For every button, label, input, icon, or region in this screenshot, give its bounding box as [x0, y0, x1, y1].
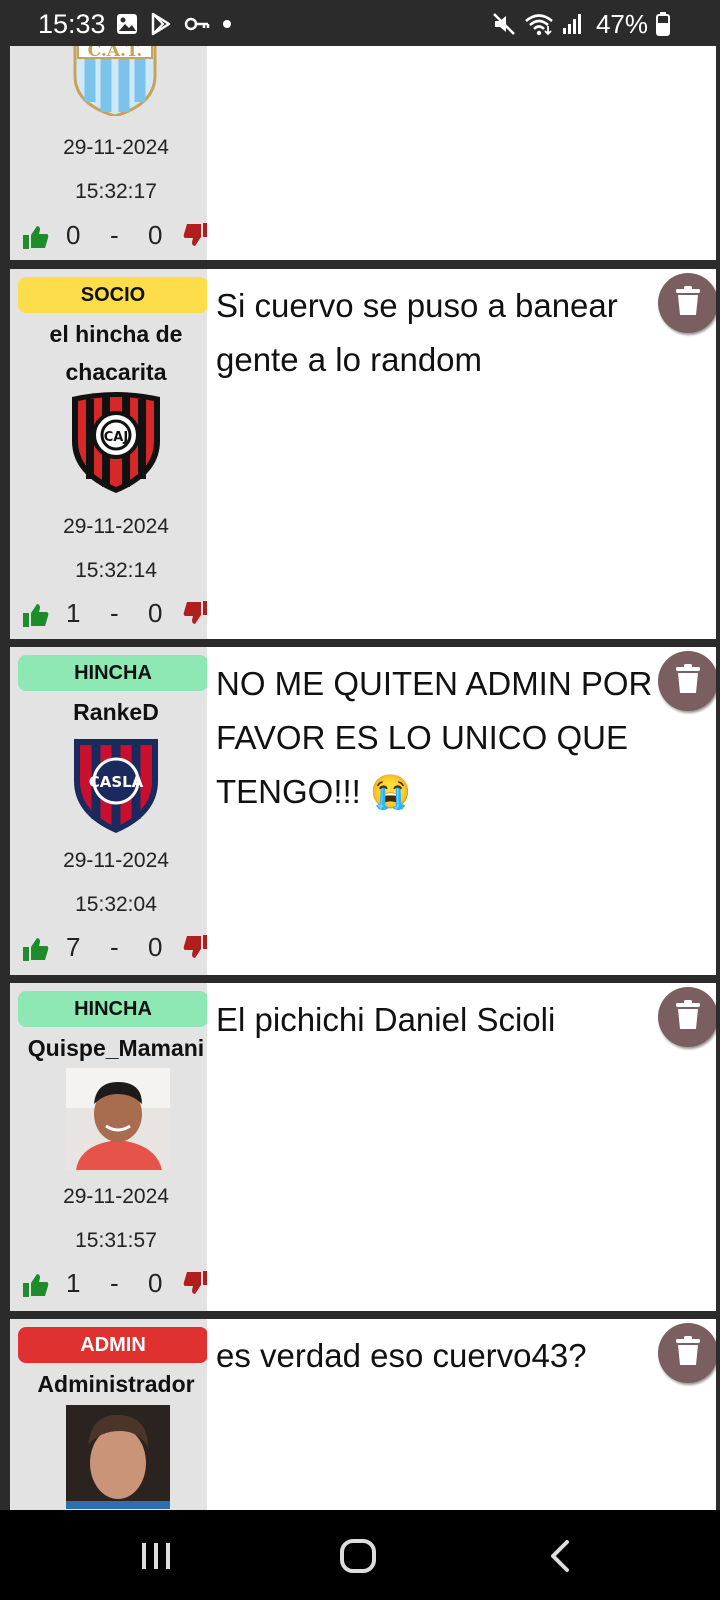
- thumbs-down-icon[interactable]: [182, 1270, 210, 1303]
- wifi-icon: [524, 12, 554, 36]
- battery-icon: [656, 12, 670, 36]
- like-count: 7: [66, 932, 81, 962]
- comment-date: 29-11-2024: [63, 136, 169, 159]
- comment-body: [207, 46, 716, 260]
- play-store-icon: [150, 12, 172, 36]
- comment-text: Si cuervo se puso a banear gente a lo ra…: [216, 287, 627, 378]
- navigation-bar: [0, 1510, 720, 1600]
- like-count: 0: [66, 220, 81, 250]
- vote-counter: 1 - 0: [10, 598, 222, 634]
- dislike-count: 0: [148, 220, 163, 250]
- username[interactable]: Administrador: [10, 1365, 222, 1403]
- comment-time: 15:31:57: [75, 1229, 157, 1252]
- comment-card: C.A.T. 29-11-2024 15:32:17 0 - 0: [10, 46, 716, 260]
- home-button[interactable]: [338, 1538, 378, 1578]
- comment-feed[interactable]: C.A.T. 29-11-2024 15:32:17 0 - 0 SOCIO e…: [10, 46, 716, 1510]
- role-badge: HINCHA: [18, 991, 208, 1027]
- delete-button[interactable]: [658, 273, 716, 333]
- gallery-icon: [116, 13, 138, 35]
- svg-text:CASLA: CASLA: [89, 773, 144, 791]
- comment-text: NO ME QUITEN ADMIN POR FAVOR ES LO UNICO…: [216, 665, 662, 810]
- comment-body: El pichichi Daniel Scioli: [207, 983, 716, 1311]
- comment-date: 29-11-2024: [63, 1185, 169, 1208]
- username[interactable]: el hincha de chacarita: [10, 315, 222, 391]
- trash-icon: [675, 1335, 701, 1371]
- thumbs-up-icon[interactable]: [22, 936, 50, 969]
- comment-date: 29-11-2024: [63, 849, 169, 872]
- comment-author-panel: HINCHA Quispe_Mamani 29-11-2024 15:31:57: [10, 983, 209, 1311]
- role-badge: HINCHA: [18, 655, 208, 691]
- role-badge: ADMIN: [18, 1327, 208, 1363]
- comment-card: HINCHA Quispe_Mamani 29-11-2024 15:31:57: [10, 983, 716, 1311]
- team-crest-san-lorenzo: CASLA: [70, 735, 162, 835]
- comment-card: HINCHA RankeD CASLA 29-11-2024 15:32:04 …: [10, 647, 716, 975]
- like-count: 1: [66, 598, 81, 628]
- team-crest-atletico-tucuman: C.A.T.: [70, 46, 160, 118]
- svg-text:CAJ: CAJ: [104, 430, 128, 445]
- vote-separator: -: [110, 932, 119, 962]
- trash-icon: [675, 285, 701, 321]
- status-time: 15:33: [38, 9, 106, 39]
- recent-apps-button[interactable]: [136, 1538, 176, 1578]
- comment-body: Si cuervo se puso a banear gente a lo ra…: [207, 269, 716, 639]
- status-bar: 15:33 47%: [0, 0, 720, 46]
- like-count: 1: [66, 1268, 81, 1298]
- thumbs-down-icon[interactable]: [182, 934, 210, 967]
- thumbs-up-icon[interactable]: [22, 224, 50, 257]
- vote-separator: -: [110, 220, 119, 250]
- vote-counter: 7 - 0: [10, 932, 222, 968]
- comment-author-panel: ADMIN Administrador: [10, 1319, 208, 1510]
- username[interactable]: Quispe_Mamani: [10, 1029, 222, 1067]
- comment-time: 15:32:14: [75, 559, 157, 582]
- role-badge: SOCIO: [18, 277, 208, 313]
- comment-time: 15:32:17: [75, 180, 157, 203]
- comment-date: 29-11-2024: [63, 515, 169, 538]
- key-icon: [184, 16, 210, 32]
- mute-icon: [492, 12, 516, 36]
- comment-body: es verdad eso cuervo43?: [207, 1319, 716, 1510]
- vote-separator: -: [110, 1268, 119, 1298]
- thumbs-down-icon[interactable]: [182, 222, 210, 255]
- delete-button[interactable]: [658, 651, 716, 711]
- home-icon: [339, 1538, 377, 1579]
- back-button[interactable]: [540, 1538, 580, 1578]
- user-avatar-photo: [66, 1405, 170, 1509]
- back-icon: [547, 1539, 573, 1578]
- dislike-count: 0: [148, 932, 163, 962]
- comment-card: ADMIN Administrador es verdad eso cuervo…: [10, 1319, 716, 1510]
- comment-body: NO ME QUITEN ADMIN POR FAVOR ES LO UNICO…: [207, 647, 716, 975]
- comment-time: 15:32:04: [75, 893, 157, 916]
- comment-author-panel: HINCHA RankeD CASLA 29-11-2024 15:32:04 …: [10, 647, 209, 975]
- delete-button[interactable]: [658, 987, 716, 1047]
- thumbs-up-icon[interactable]: [22, 1272, 50, 1305]
- comment-author-panel: C.A.T. 29-11-2024 15:32:17 0 - 0: [10, 46, 209, 260]
- battery-percentage: 47%: [595, 8, 648, 39]
- username[interactable]: RankeD: [10, 693, 222, 731]
- recent-apps-icon: [139, 1539, 173, 1578]
- trash-icon: [675, 999, 701, 1035]
- dislike-count: 0: [148, 1268, 163, 1298]
- vote-counter: 1 - 0: [10, 1268, 222, 1304]
- comment-author-panel: SOCIO el hincha de chacarita CAJ 29-11-2…: [10, 269, 209, 639]
- vote-counter: 0 - 0: [10, 220, 222, 256]
- team-crest-chacarita: CAJ: [68, 391, 164, 495]
- dot-icon: [222, 19, 232, 29]
- comment-text: es verdad eso cuervo43?: [216, 1337, 587, 1374]
- signal-icon: [562, 13, 584, 35]
- svg-text:C.A.T.: C.A.T.: [88, 46, 143, 61]
- dislike-count: 0: [148, 598, 163, 628]
- trash-icon: [675, 663, 701, 699]
- vote-separator: -: [110, 598, 119, 628]
- thumbs-up-icon[interactable]: [22, 602, 50, 635]
- comment-text: El pichichi Daniel Scioli: [216, 1001, 556, 1038]
- user-avatar-photo: [66, 1068, 170, 1170]
- delete-button[interactable]: [658, 1323, 716, 1383]
- comment-card: SOCIO el hincha de chacarita CAJ 29-11-2…: [10, 269, 716, 639]
- thumbs-down-icon[interactable]: [182, 600, 210, 633]
